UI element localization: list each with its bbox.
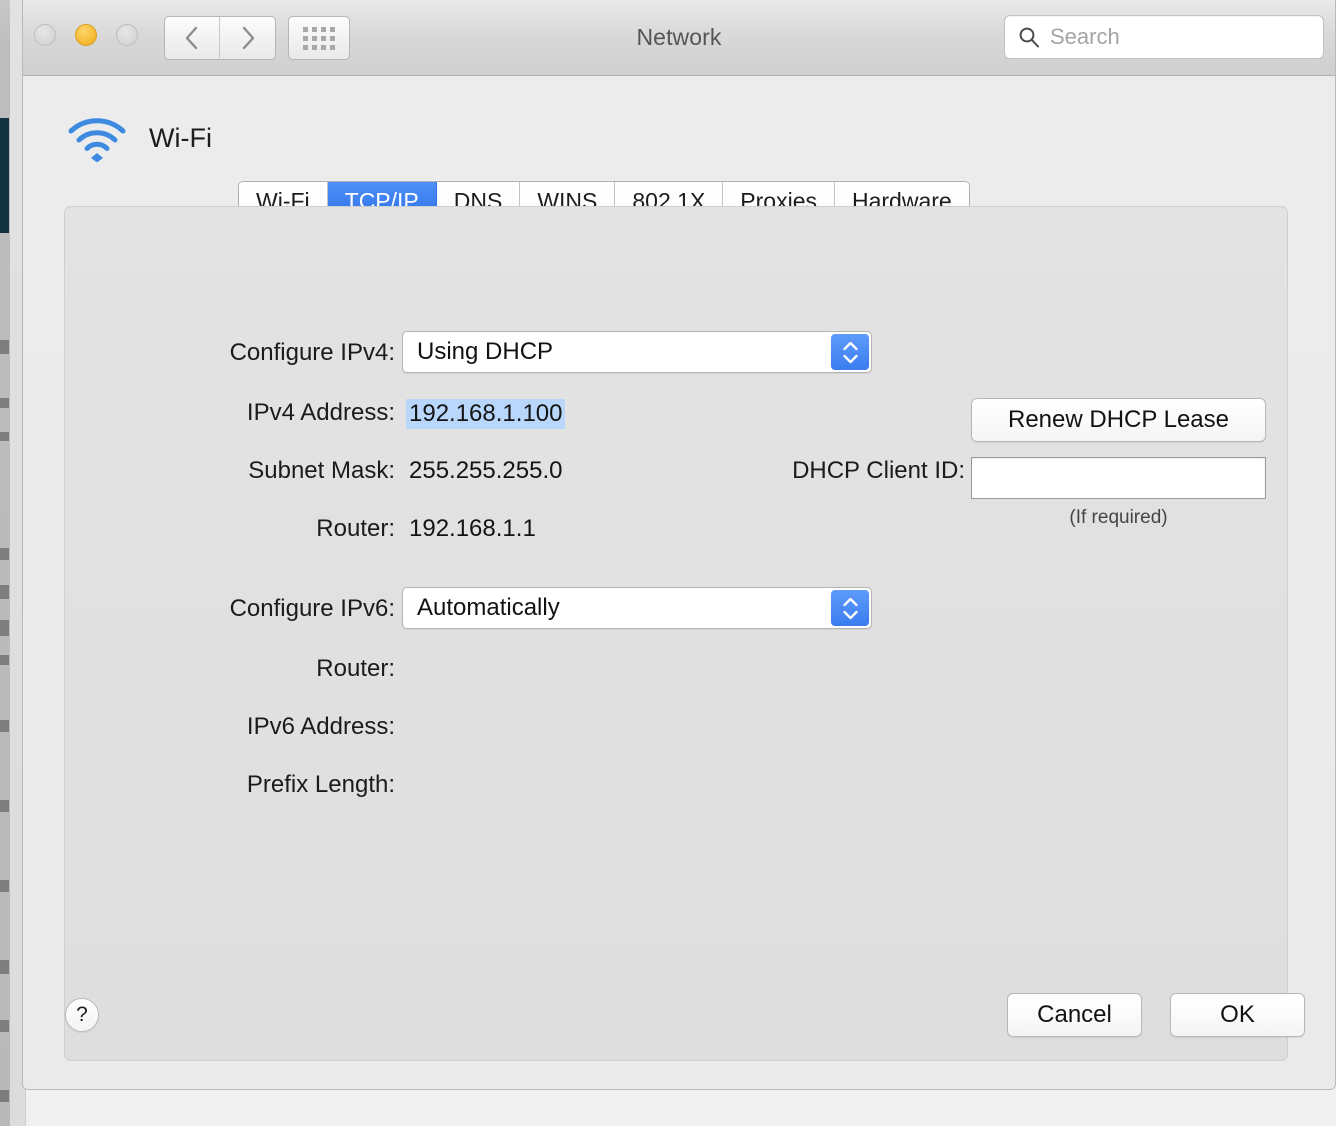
background-text-fragment [0, 548, 9, 560]
background-window-dark-region [0, 118, 9, 233]
configure-ipv4-label: Configure IPv4: [229, 339, 395, 366]
dhcp-client-id-label-wrap: DHCP Client ID: [725, 457, 965, 485]
configure-ipv4-label-wrap: Configure IPv4: [65, 339, 395, 367]
configure-ipv6-stepper-icon[interactable] [831, 590, 869, 626]
dhcp-client-id-hint-wrap: (If required) [971, 507, 1266, 529]
ipv4-router-label: Router: [316, 515, 395, 542]
ok-button[interactable]: OK [1170, 993, 1305, 1037]
network-preferences-window: Network Search Wi-Fi Wi-Fi TCP/IP DNS WI… [22, 0, 1336, 1090]
background-text-fragment [0, 880, 9, 892]
background-text-fragment [0, 720, 9, 732]
interface-name: Wi-Fi [149, 122, 212, 153]
dialog-footer: ? Cancel OK [23, 986, 1335, 1089]
chevron-down-icon [842, 610, 858, 619]
ipv4-address-label: IPv4 Address: [246, 399, 395, 426]
configure-ipv4-value: Using DHCP [417, 338, 554, 365]
subnet-mask-label: Subnet Mask: [248, 457, 395, 484]
background-text-fragment [0, 960, 9, 974]
ipv6-address-label: IPv6 Address: [246, 713, 395, 740]
window-titlebar[interactable]: Network Search [23, 0, 1335, 76]
tcpip-settings-panel: Configure IPv4: Using DHCP IPv4 Address:… [64, 206, 1288, 1061]
subnet-mask-value: 255.255.255.0 [409, 457, 563, 484]
search-placeholder: Search [1050, 24, 1120, 49]
search-icon [1019, 27, 1039, 48]
dhcp-client-id-label: DHCP Client ID: [792, 457, 965, 484]
ipv6-router-label: Router: [316, 655, 395, 682]
background-text-fragment [0, 432, 9, 441]
ipv4-address-label-wrap: IPv4 Address: [65, 399, 395, 427]
window-body: Wi-Fi Wi-Fi TCP/IP DNS WINS 802.1X Proxi… [23, 76, 1335, 1089]
prefix-length-label-wrap: Prefix Length: [65, 771, 395, 799]
configure-ipv4-stepper-icon[interactable] [831, 334, 869, 370]
ipv4-address-value[interactable]: 192.168.1.100 [406, 399, 566, 429]
chevron-down-icon [842, 354, 858, 363]
ipv4-router-value: 192.168.1.1 [409, 515, 536, 542]
background-text-fragment [0, 655, 9, 665]
cancel-button[interactable]: Cancel [1007, 993, 1142, 1037]
ipv4-router-label-wrap: Router: [65, 515, 395, 543]
background-text-fragment [0, 1020, 9, 1032]
chevron-up-icon [842, 597, 858, 606]
dhcp-client-id-input[interactable] [971, 457, 1266, 499]
ipv6-address-label-wrap: IPv6 Address: [65, 713, 395, 741]
dhcp-client-id-hint: (If required) [1069, 507, 1168, 528]
renew-dhcp-lease-button[interactable]: Renew DHCP Lease [971, 398, 1266, 442]
background-text-fragment [0, 398, 9, 408]
background-text-fragment [0, 800, 9, 812]
configure-ipv4-popup[interactable]: Using DHCP [402, 331, 872, 373]
background-text-fragment [0, 620, 9, 636]
configure-ipv6-value: Automatically [417, 594, 560, 621]
subnet-mask-label-wrap: Subnet Mask: [65, 457, 395, 485]
configure-ipv6-label: Configure IPv6: [229, 595, 395, 622]
ipv6-router-label-wrap: Router: [65, 655, 395, 683]
background-text-fragment [0, 340, 9, 354]
search-field[interactable]: Search [1004, 15, 1324, 59]
desktop-root: Network Search Wi-Fi Wi-Fi TCP/IP DNS WI… [0, 0, 1336, 1126]
background-text-fragment [0, 1090, 9, 1102]
prefix-length-label: Prefix Length: [246, 771, 395, 798]
interface-header: Wi-Fi [65, 114, 212, 162]
background-text-fragment [0, 585, 9, 599]
chevron-up-icon [842, 341, 858, 350]
ipv4-router-value-wrap: 192.168.1.1 [409, 515, 536, 543]
configure-ipv6-popup[interactable]: Automatically [402, 587, 872, 629]
ipv4-address-value-wrap: 192.168.1.100 [406, 399, 566, 429]
dialog-action-buttons: Cancel OK [1007, 993, 1305, 1037]
configure-ipv6-label-wrap: Configure IPv6: [65, 595, 395, 623]
subnet-mask-value-wrap: 255.255.255.0 [409, 457, 562, 485]
help-button[interactable]: ? [65, 998, 99, 1032]
wifi-icon [68, 118, 126, 162]
